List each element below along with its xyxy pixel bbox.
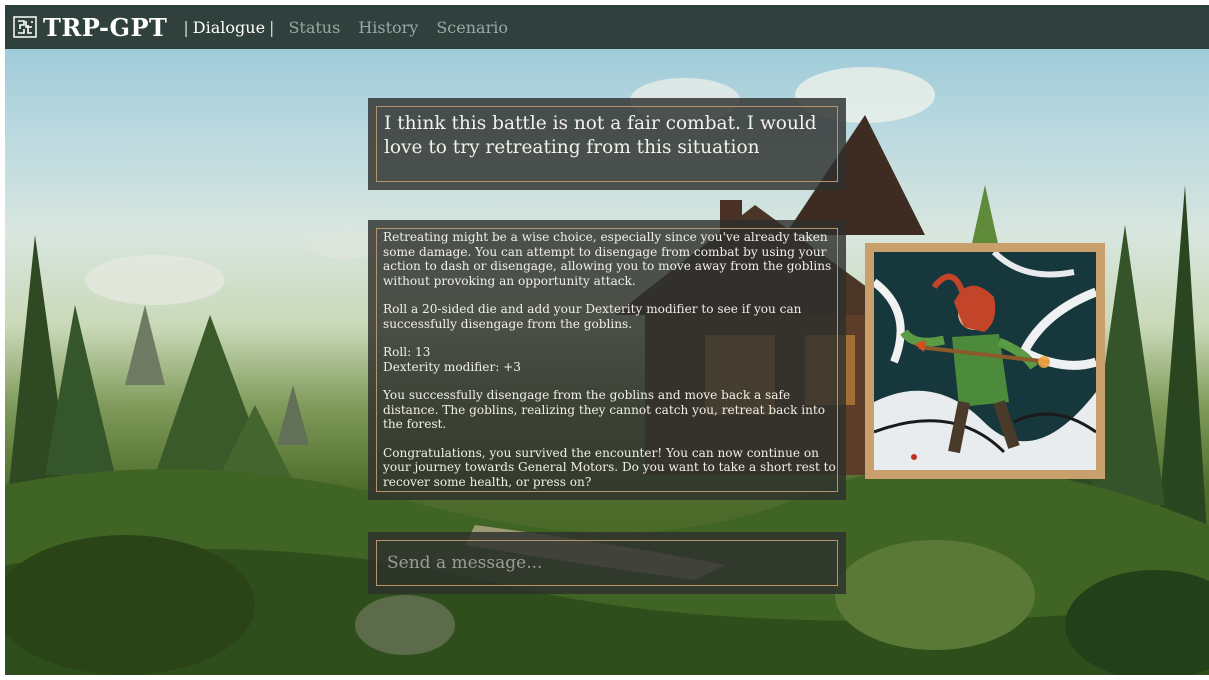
- nav-separator: |: [269, 17, 275, 37]
- reply-paragraph: Roll a 20-sided die and add your Dexteri…: [383, 302, 802, 331]
- nav-tabs: | Dialogue | Status History Scenario: [183, 18, 526, 37]
- reply-paragraph: Retreating might be a wise choice, espec…: [383, 230, 832, 288]
- character-portrait-image: [874, 252, 1096, 470]
- assistant-reply-text: Retreating might be a wise choice, espec…: [383, 230, 836, 489]
- roll-value: Roll: 13: [383, 345, 431, 359]
- message-input[interactable]: [376, 540, 838, 586]
- reply-paragraph: You successfully disengage from the gobl…: [383, 388, 826, 431]
- nav-separator: |: [183, 17, 189, 37]
- message-input-area: [368, 532, 846, 594]
- maze-grid-icon: [13, 15, 37, 39]
- user-message-text: I think this battle is not a fair combat…: [384, 113, 817, 158]
- app-title: TRP-GPT: [43, 12, 168, 42]
- dexterity-modifier: Dexterity modifier: +3: [383, 359, 521, 374]
- tab-status[interactable]: Status: [288, 18, 340, 37]
- tab-dialogue[interactable]: Dialogue: [193, 18, 265, 37]
- user-message-card: I think this battle is not a fair combat…: [368, 98, 846, 190]
- character-portrait-frame: [865, 243, 1105, 479]
- app-window: TRP-GPT | Dialogue | Status History Scen…: [5, 5, 1209, 675]
- top-nav-bar: TRP-GPT | Dialogue | Status History Scen…: [5, 5, 1209, 49]
- roll-result: Roll: 13 Dexterity modifier: +3: [383, 345, 836, 374]
- tab-history[interactable]: History: [358, 18, 418, 37]
- tab-scenario[interactable]: Scenario: [436, 18, 508, 37]
- reply-paragraph: Congratulations, you survived the encoun…: [383, 445, 836, 489]
- assistant-reply-card: Retreating might be a wise choice, espec…: [368, 220, 846, 500]
